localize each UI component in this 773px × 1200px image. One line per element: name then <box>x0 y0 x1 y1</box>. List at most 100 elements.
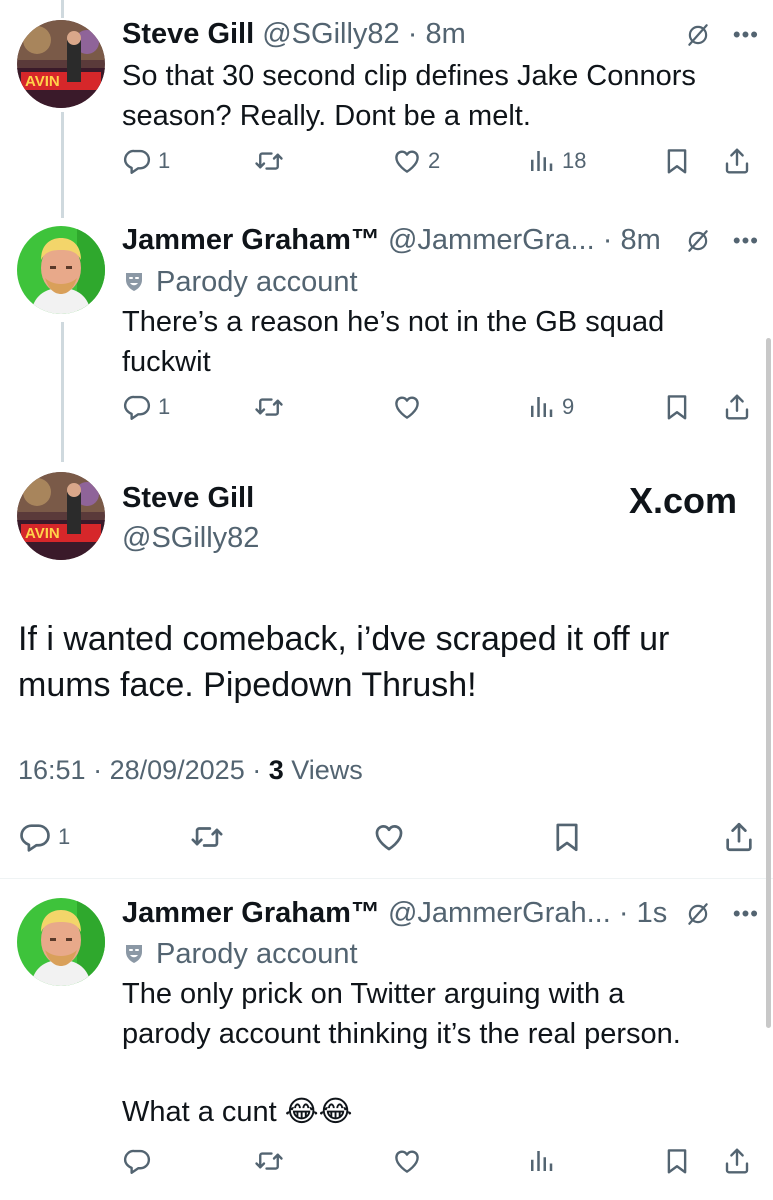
tweet-text: The only prick on Twitter arguing with a… <box>122 974 742 1132</box>
repost-icon <box>254 1146 284 1176</box>
avatar[interactable] <box>17 898 105 986</box>
reply-count: 1 <box>158 148 171 173</box>
display-name[interactable]: Steve Gill <box>122 482 254 515</box>
scrollbar[interactable] <box>766 338 771 1028</box>
share-icon <box>722 146 752 176</box>
grok-icon[interactable] <box>685 901 711 927</box>
x-com-watermark: X.com <box>628 480 737 521</box>
like-button[interactable] <box>392 1146 422 1176</box>
reply-button[interactable]: 1 <box>122 146 170 176</box>
bookmark-button[interactable] <box>662 392 692 422</box>
action-bar <box>122 1146 751 1182</box>
more-icon[interactable]: ••• <box>733 230 759 252</box>
reply-icon <box>122 1146 152 1176</box>
tweet-date[interactable]: 28/09/2025 <box>110 755 245 785</box>
action-bar: 1 2 18 <box>122 146 751 182</box>
tweet-text-line: There’s a reason he’s not in the GB squa… <box>122 306 665 338</box>
thread-line <box>61 0 64 18</box>
reply-icon <box>18 820 52 854</box>
tweet-header: Steve Gill @SGilly82 · 8m <box>122 16 466 52</box>
views-icon <box>526 392 556 422</box>
grok-icon[interactable] <box>685 22 711 48</box>
separator-dot: · <box>244 755 269 785</box>
view-count: 18 <box>562 148 587 173</box>
like-button[interactable]: 2 <box>392 146 440 176</box>
reply-button[interactable] <box>122 1146 152 1176</box>
divider <box>0 878 773 879</box>
display-name[interactable]: Jammer Graham™ <box>122 897 380 929</box>
timestamp[interactable]: 8m <box>425 18 465 50</box>
tweet-text-line: season? Really. Dont be a melt. <box>122 100 531 132</box>
reply-button[interactable]: 1 <box>122 392 170 422</box>
action-bar: 1 <box>18 820 755 856</box>
separator-dot: · <box>85 755 110 785</box>
user-handle[interactable]: @JammerGrah... <box>388 897 611 929</box>
heart-icon <box>372 820 406 854</box>
timestamp[interactable]: 8m <box>620 224 660 256</box>
repost-icon <box>254 146 284 176</box>
repost-button[interactable] <box>254 146 290 176</box>
timestamp[interactable]: 1s <box>637 897 668 929</box>
parody-label-text: Parody account <box>156 266 358 298</box>
separator-dot: · <box>610 897 637 929</box>
bookmark-button[interactable] <box>550 820 584 854</box>
reply-button[interactable]: 1 <box>18 820 70 854</box>
separator-dot: · <box>594 224 621 256</box>
tweet-text: There’s a reason he’s not in the GB squa… <box>122 302 742 382</box>
share-button[interactable] <box>722 392 752 422</box>
heart-icon <box>392 146 422 176</box>
tweet-text-line: mums face. Pipedown Thrush! <box>18 666 477 704</box>
grok-icon[interactable] <box>685 228 711 254</box>
bookmark-icon <box>662 146 692 176</box>
tweet-text-line: What a cunt 😂😂 <box>122 1096 353 1128</box>
like-button[interactable] <box>372 820 406 854</box>
parody-label-text: Parody account <box>156 938 358 970</box>
views-count: 3 <box>268 755 284 785</box>
more-icon[interactable]: ••• <box>733 903 759 925</box>
share-icon <box>722 392 752 422</box>
reply-count: 1 <box>58 824 71 849</box>
avatar[interactable] <box>17 20 105 108</box>
more-icon[interactable]: ••• <box>733 24 759 46</box>
tweet-header: Jammer Graham™ @JammerGrah... · 1s <box>122 895 667 931</box>
separator-dot: · <box>399 18 426 50</box>
display-name[interactable]: Jammer Graham™ <box>122 224 380 256</box>
repost-button[interactable] <box>254 1146 284 1176</box>
tweet-time[interactable]: 16:51 <box>18 755 86 785</box>
parody-label: Parody account <box>122 264 358 300</box>
user-handle[interactable]: @JammerGra... <box>388 224 595 256</box>
display-name[interactable]: Steve Gill <box>122 18 254 50</box>
avatar[interactable] <box>17 472 105 560</box>
thread-line <box>61 322 64 462</box>
user-handle[interactable]: @SGilly82 <box>122 522 259 555</box>
heart-icon <box>392 1146 422 1176</box>
tweet-text-line: The only prick on Twitter arguing with a <box>122 978 625 1010</box>
user-handle[interactable]: @SGilly82 <box>262 18 399 50</box>
share-button[interactable] <box>722 146 752 176</box>
repost-button[interactable] <box>190 820 224 854</box>
views-label: Views <box>283 755 363 785</box>
share-button[interactable] <box>722 820 756 854</box>
thread-line <box>61 112 64 218</box>
repost-button[interactable] <box>254 392 290 422</box>
tweet-text-line: So that 30 second clip defines Jake Conn… <box>122 60 696 92</box>
parody-mask-icon <box>122 942 146 966</box>
avatar[interactable] <box>17 226 105 314</box>
like-button[interactable] <box>392 392 428 422</box>
bookmark-icon <box>662 392 692 422</box>
views-button[interactable]: 9 <box>526 392 574 422</box>
views-button[interactable] <box>526 1146 556 1176</box>
bookmark-button[interactable] <box>662 146 692 176</box>
bookmark-icon <box>662 1146 692 1176</box>
share-button[interactable] <box>722 1146 752 1176</box>
tweet-meta: 16:51 · 28/09/2025 · 3 Views <box>18 755 363 786</box>
bookmark-button[interactable] <box>662 1146 692 1176</box>
tweet-text-line: fuckwit <box>122 346 211 378</box>
heart-icon <box>392 392 422 422</box>
views-button[interactable]: 18 <box>526 146 586 176</box>
parody-label: Parody account <box>122 936 358 972</box>
tweet-text-line: parody account thinking it’s the real pe… <box>122 1018 681 1050</box>
like-count: 2 <box>428 148 441 173</box>
tweet-text: If i wanted comeback, i’dve scraped it o… <box>18 616 738 708</box>
